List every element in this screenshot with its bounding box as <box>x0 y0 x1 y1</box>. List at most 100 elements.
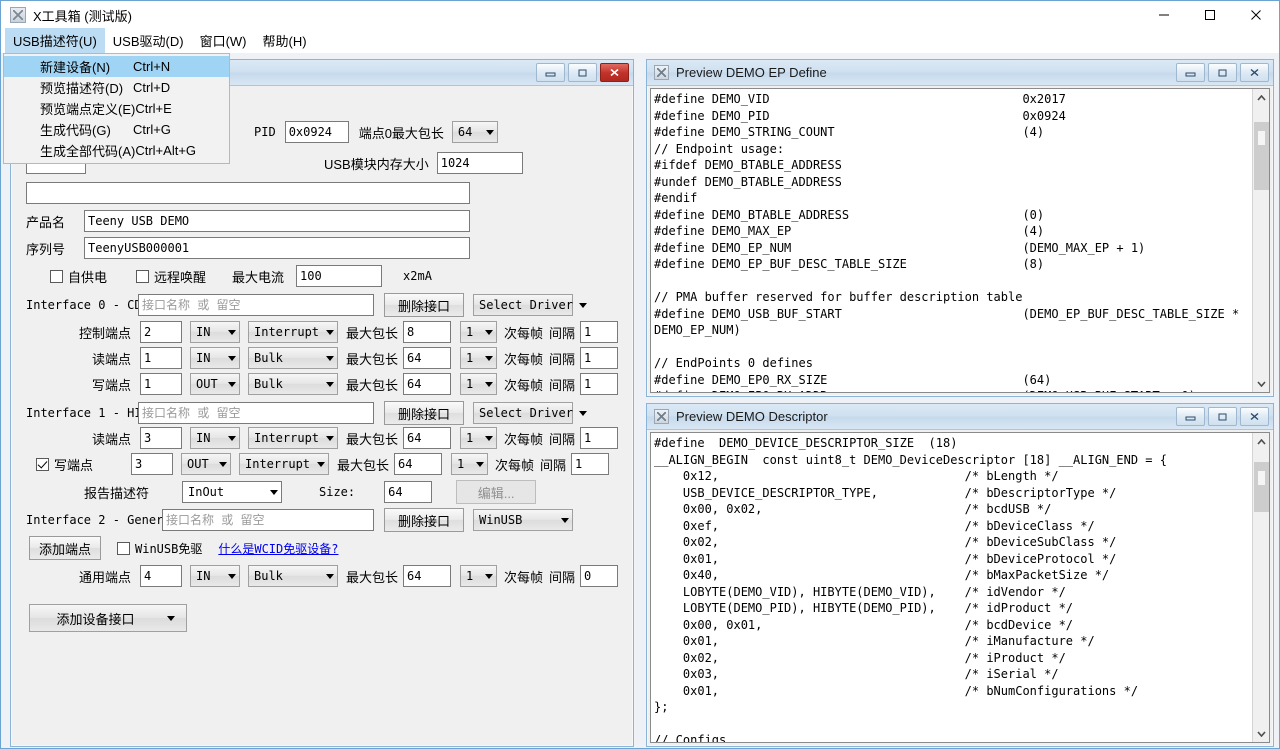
if1-ep0-count-select[interactable]: 1 <box>460 427 498 449</box>
if1-ep0-type-select[interactable]: Interrupt <box>248 427 338 449</box>
if2-ep0-type-select[interactable]: Bulk <box>248 565 338 587</box>
report-edit-button[interactable]: 编辑... <box>456 480 537 504</box>
menu-usb-descriptor[interactable]: USB描述符(U) <box>5 28 105 54</box>
close-button[interactable] <box>1233 1 1279 29</box>
ep0-maxpacket-select[interactable]: 64 <box>451 121 498 143</box>
interface-1-delete-button[interactable]: 删除接口 <box>384 401 464 425</box>
if1-ep1-type-select[interactable]: Interrupt <box>239 453 329 475</box>
if0-ep2-number-input[interactable] <box>140 373 182 395</box>
if0-ep0-interval-input[interactable] <box>580 321 619 343</box>
if1-ep1-interval-input[interactable] <box>571 453 610 475</box>
if0-ep1-type-select[interactable]: Bulk <box>248 347 338 369</box>
interface-2-driver-select[interactable]: WinUSB <box>473 509 573 531</box>
if0-ep2-direction-select[interactable]: OUT <box>190 373 240 395</box>
wcid-help-link[interactable]: 什么是WCID免驱设备? <box>218 540 338 557</box>
scroll-up-icon[interactable] <box>1253 89 1269 106</box>
remote-wakeup-checkbox[interactable]: 远程唤醒 <box>136 267 206 286</box>
if1-ep0-direction-select[interactable]: IN <box>190 427 240 449</box>
if1-ep1-number-input[interactable] <box>131 453 173 475</box>
preview-ep-scrollbar[interactable] <box>1252 89 1269 392</box>
chevron-down-icon <box>485 129 494 135</box>
serial-number-input[interactable] <box>84 237 470 259</box>
menu-item-generate-code[interactable]: 生成代码(G) Ctrl+G <box>4 119 229 140</box>
manufacturer-name-input[interactable] <box>26 182 470 204</box>
self-powered-checkbox[interactable]: 自供电 <box>50 267 107 286</box>
add-endpoint-button[interactable]: 添加端点 <box>29 536 101 560</box>
menu-item-generate-all-code[interactable]: 生成全部代码(A) Ctrl+Alt+G <box>4 140 229 161</box>
if0-ep0-direction-select[interactable]: IN <box>190 321 240 343</box>
preview-descriptor-code-area[interactable]: #define DEMO_DEVICE_DESCRIPTOR_SIZE (18)… <box>650 432 1270 743</box>
preview-descriptor-scrollbar[interactable] <box>1252 433 1269 742</box>
if0-ep1-mps-input[interactable] <box>403 347 452 369</box>
interface-1-driver-select[interactable]: Select Driver <box>473 402 587 424</box>
minimize-icon[interactable] <box>1176 63 1205 82</box>
usb-mem-input[interactable] <box>436 152 523 174</box>
if1-ep1-enable-checkbox[interactable]: 写端点 <box>36 455 131 474</box>
maximize-icon[interactable] <box>568 63 597 82</box>
menu-help[interactable]: 帮助(H) <box>255 28 315 54</box>
menu-usb-driver[interactable]: USB驱动(D) <box>105 28 192 54</box>
if0-ep0-type-select[interactable]: Interrupt <box>248 321 338 343</box>
if2-ep0-mps-input[interactable] <box>403 565 452 587</box>
chevron-down-icon <box>561 517 569 523</box>
if0-ep0-number-input[interactable] <box>140 321 182 343</box>
scroll-thumb[interactable] <box>1254 462 1269 512</box>
if0-ep2-mps-input[interactable] <box>403 373 452 395</box>
scroll-track[interactable] <box>1253 106 1269 375</box>
interface-0-name-input[interactable] <box>138 294 374 316</box>
interface-1-name-input[interactable] <box>138 402 374 424</box>
scroll-track[interactable] <box>1253 450 1269 725</box>
if1-ep1-mps-input[interactable] <box>394 453 443 475</box>
if0-ep0-mps-input[interactable] <box>403 321 452 343</box>
minimize-button[interactable] <box>1141 1 1187 29</box>
interface-0-driver-select[interactable]: Select Driver <box>473 294 587 316</box>
interface-0-header: Interface 0 - CDC 删除接口 Select Driver <box>26 293 587 317</box>
checkbox-box <box>36 457 49 471</box>
close-icon[interactable] <box>1240 407 1269 426</box>
if0-ep2-interval-input[interactable] <box>580 373 619 395</box>
maximize-icon[interactable] <box>1208 407 1237 426</box>
max-current-input[interactable] <box>296 265 383 287</box>
preview-ep-code-area[interactable]: #define DEMO_VID 0x2017 #define DEMO_PID… <box>650 88 1270 393</box>
if0-ep1-number-input[interactable] <box>140 347 182 369</box>
report-size-input[interactable] <box>384 481 433 503</box>
report-descriptor-select[interactable]: InOut <box>182 481 282 503</box>
if0-ep0-interval-label: 间隔 <box>549 325 576 341</box>
interface-2-delete-button[interactable]: 删除接口 <box>384 508 464 532</box>
menu-item-preview-descriptor[interactable]: 预览描述符(D) Ctrl+D <box>4 77 229 98</box>
pid-input[interactable] <box>284 121 349 143</box>
product-name-input[interactable] <box>84 210 470 232</box>
add-device-interface-button[interactable]: 添加设备接口 <box>29 604 187 632</box>
winusb-free-checkbox[interactable]: WinUSB免驱 <box>117 540 202 557</box>
if0-ep2-type-select[interactable]: Bulk <box>248 373 338 395</box>
maximize-button[interactable] <box>1187 1 1233 29</box>
if0-ep0-count-select[interactable]: 1 <box>460 321 498 343</box>
interface-0-delete-button[interactable]: 删除接口 <box>384 293 464 317</box>
if1-ep0-interval-input[interactable] <box>580 427 619 449</box>
interface-2-name-input[interactable] <box>162 509 374 531</box>
close-icon[interactable] <box>600 63 629 82</box>
menu-item-preview-endpoint-define[interactable]: 预览端点定义(E) Ctrl+E <box>4 98 229 119</box>
if2-ep0-count-select[interactable]: 1 <box>460 565 498 587</box>
if2-ep0-direction-select[interactable]: IN <box>190 565 240 587</box>
close-icon[interactable] <box>1240 63 1269 82</box>
if1-ep0-number-input[interactable] <box>140 427 182 449</box>
if1-ep1-direction-select[interactable]: OUT <box>181 453 231 475</box>
menu-item-new-device[interactable]: 新建设备(N) Ctrl+N <box>4 56 229 77</box>
scroll-down-icon[interactable] <box>1253 375 1269 392</box>
if1-ep0-mps-input[interactable] <box>403 427 452 449</box>
if0-ep1-direction-select[interactable]: IN <box>190 347 240 369</box>
if0-ep1-interval-input[interactable] <box>580 347 619 369</box>
scroll-thumb[interactable] <box>1254 122 1269 190</box>
scroll-down-icon[interactable] <box>1253 725 1269 742</box>
minimize-icon[interactable] <box>536 63 565 82</box>
if0-ep2-count-select[interactable]: 1 <box>460 373 498 395</box>
if0-ep1-count-select[interactable]: 1 <box>460 347 498 369</box>
maximize-icon[interactable] <box>1208 63 1237 82</box>
if2-ep0-interval-input[interactable] <box>580 565 619 587</box>
if2-ep0-number-input[interactable] <box>140 565 182 587</box>
if1-ep1-count-select[interactable]: 1 <box>451 453 489 475</box>
scroll-up-icon[interactable] <box>1253 433 1269 450</box>
menu-window[interactable]: 窗口(W) <box>192 28 255 54</box>
minimize-icon[interactable] <box>1176 407 1205 426</box>
